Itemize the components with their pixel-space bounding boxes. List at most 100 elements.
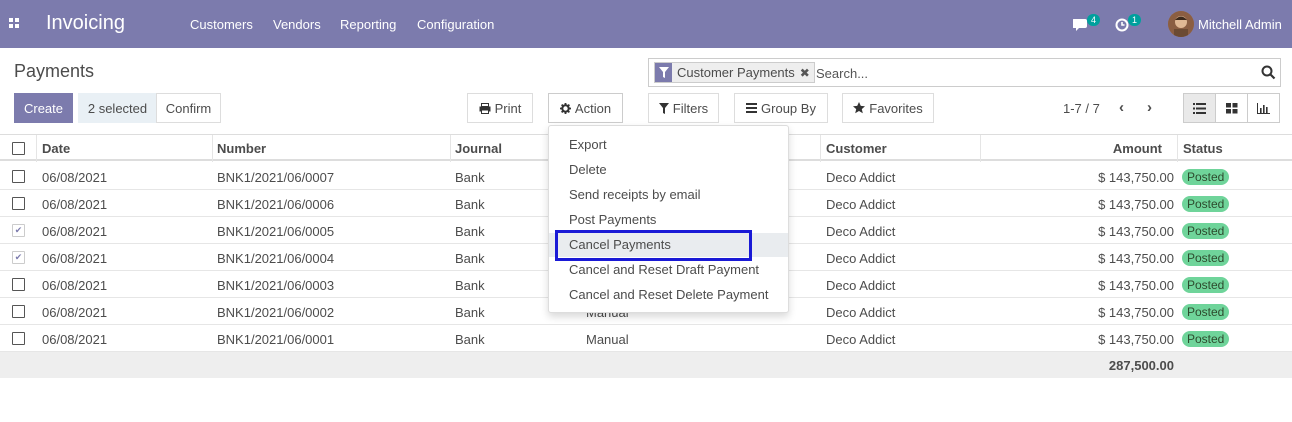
cell-amount: $ 143,750.00 xyxy=(1098,170,1174,185)
menu-customers[interactable]: Customers xyxy=(190,17,253,32)
cell-number: BNK1/2021/06/0004 xyxy=(217,251,335,266)
cell-date: 06/08/2021 xyxy=(42,278,108,293)
search-box: Customer Payments ✖ xyxy=(648,58,1281,87)
cell-number: BNK1/2021/06/0006 xyxy=(217,197,335,212)
menu-item-cancel-reset-delete[interactable]: Cancel and Reset Delete Payment xyxy=(569,287,768,302)
search-icon[interactable] xyxy=(1261,65,1276,80)
clock-icon[interactable] xyxy=(1115,15,1129,33)
user-name[interactable]: Mitchell Admin xyxy=(1198,17,1282,32)
groupby-button[interactable]: Group By xyxy=(734,93,828,123)
row-checkbox[interactable]: ✔ xyxy=(12,224,25,237)
app-brand[interactable]: Invoicing xyxy=(46,12,125,35)
gear-icon xyxy=(559,102,571,114)
status-badge: Posted xyxy=(1182,223,1230,239)
column-amount[interactable]: Amount xyxy=(1113,141,1162,156)
cell-date: 06/08/2021 xyxy=(42,251,108,266)
cell-date: 06/08/2021 xyxy=(42,197,108,212)
menu-configuration[interactable]: Configuration xyxy=(417,17,494,32)
list-view-icon[interactable] xyxy=(1183,93,1216,123)
column-date[interactable]: Date xyxy=(42,141,70,156)
cell-journal: Bank xyxy=(455,251,485,266)
favorites-button[interactable]: Favorites xyxy=(842,93,934,123)
status-badge: Posted xyxy=(1182,169,1230,185)
graph-view-icon[interactable] xyxy=(1247,93,1280,123)
filter-icon xyxy=(658,102,669,114)
top-navbar: Invoicing Customers Vendors Reporting Co… xyxy=(0,0,1292,48)
menu-item-send-receipts[interactable]: Send receipts by email xyxy=(569,187,701,202)
cell-customer: Deco Addict xyxy=(826,224,896,239)
action-button[interactable]: Action xyxy=(548,93,623,123)
selected-count: 2 selected xyxy=(78,93,157,123)
chevron-left-icon[interactable]: ‹ xyxy=(1119,99,1124,116)
cell-amount: $ 143,750.00 xyxy=(1098,251,1174,266)
table-row[interactable]: 06/08/2021 BNK1/2021/06/0001 Bank Manual Dec… xyxy=(0,325,1292,352)
cell-amount: $ 143,750.00 xyxy=(1098,332,1174,347)
confirm-button[interactable]: Confirm xyxy=(156,93,221,123)
table-footer: 287,500.00 xyxy=(0,352,1292,378)
menu-reporting[interactable]: Reporting xyxy=(340,17,396,32)
star-icon xyxy=(853,102,866,114)
cell-date: 06/08/2021 xyxy=(42,170,108,185)
status-badge: Posted xyxy=(1182,304,1230,320)
chat-icon[interactable] xyxy=(1073,15,1088,33)
row-checkbox[interactable] xyxy=(12,278,25,291)
messages-badge: 4 xyxy=(1087,14,1101,26)
row-checkbox[interactable] xyxy=(12,332,25,345)
cell-date: 06/08/2021 xyxy=(42,332,108,347)
menu-item-post-payments[interactable]: Post Payments xyxy=(569,212,656,227)
menu-item-delete[interactable]: Delete xyxy=(569,162,607,177)
column-customer[interactable]: Customer xyxy=(826,141,887,156)
cell-customer: Deco Addict xyxy=(826,170,896,185)
apps-icon[interactable] xyxy=(9,18,20,29)
cell-number: BNK1/2021/06/0002 xyxy=(217,305,335,320)
cell-amount: $ 143,750.00 xyxy=(1098,197,1174,212)
cell-journal: Bank xyxy=(455,197,485,212)
search-facet: Customer Payments ✖ xyxy=(654,62,815,83)
cell-journal: Bank xyxy=(455,170,485,185)
filters-button[interactable]: Filters xyxy=(648,93,719,123)
page-title[interactable]: Payments xyxy=(14,61,94,82)
groupby-label: Group By xyxy=(761,100,816,116)
create-button[interactable]: Create xyxy=(14,93,73,123)
cell-customer: Deco Addict xyxy=(826,332,896,347)
facet-label: Customer Payments xyxy=(677,65,795,80)
amount-total: 287,500.00 xyxy=(1108,358,1174,373)
cell-number: BNK1/2021/06/0007 xyxy=(217,170,335,185)
status-badge: Posted xyxy=(1182,196,1230,212)
pager-value[interactable]: 1-7 / 7 xyxy=(1063,101,1100,116)
print-button[interactable]: Print xyxy=(467,93,533,123)
cell-customer: Deco Addict xyxy=(826,305,896,320)
filters-label: Filters xyxy=(672,100,709,116)
menu-vendors[interactable]: Vendors xyxy=(273,17,321,32)
remove-icon[interactable]: ✖ xyxy=(800,66,810,80)
row-checkbox[interactable] xyxy=(12,197,25,210)
row-checkbox[interactable]: ✔ xyxy=(12,251,25,264)
status-badge: Posted xyxy=(1182,277,1230,293)
column-journal[interactable]: Journal xyxy=(455,141,502,156)
print-icon xyxy=(479,102,491,114)
cell-number: BNK1/2021/06/0005 xyxy=(217,224,335,239)
action-label: Action xyxy=(574,100,612,116)
cell-method: Manual xyxy=(586,332,629,347)
status-badge: Posted xyxy=(1182,250,1230,266)
menu-item-cancel-reset-draft[interactable]: Cancel and Reset Draft Payment xyxy=(569,262,759,277)
avatar[interactable] xyxy=(1168,11,1194,37)
menu-item-export[interactable]: Export xyxy=(569,137,607,152)
row-checkbox[interactable] xyxy=(12,170,25,183)
cell-amount: $ 143,750.00 xyxy=(1098,305,1174,320)
column-status[interactable]: Status xyxy=(1183,141,1223,156)
activities-badge: 1 xyxy=(1128,14,1142,26)
cell-journal: Bank xyxy=(455,278,485,293)
kanban-view-icon[interactable] xyxy=(1215,93,1248,123)
select-all-checkbox[interactable] xyxy=(12,142,25,155)
cell-customer: Deco Addict xyxy=(826,197,896,212)
cell-amount: $ 143,750.00 xyxy=(1098,224,1174,239)
column-number[interactable]: Number xyxy=(217,141,266,156)
favorites-label: Favorites xyxy=(869,100,923,116)
row-checkbox[interactable] xyxy=(12,305,25,318)
cell-amount: $ 143,750.00 xyxy=(1098,278,1174,293)
print-label: Print xyxy=(494,100,522,116)
search-input[interactable] xyxy=(816,63,1236,83)
cell-customer: Deco Addict xyxy=(826,251,896,266)
chevron-right-icon[interactable]: › xyxy=(1147,99,1152,116)
